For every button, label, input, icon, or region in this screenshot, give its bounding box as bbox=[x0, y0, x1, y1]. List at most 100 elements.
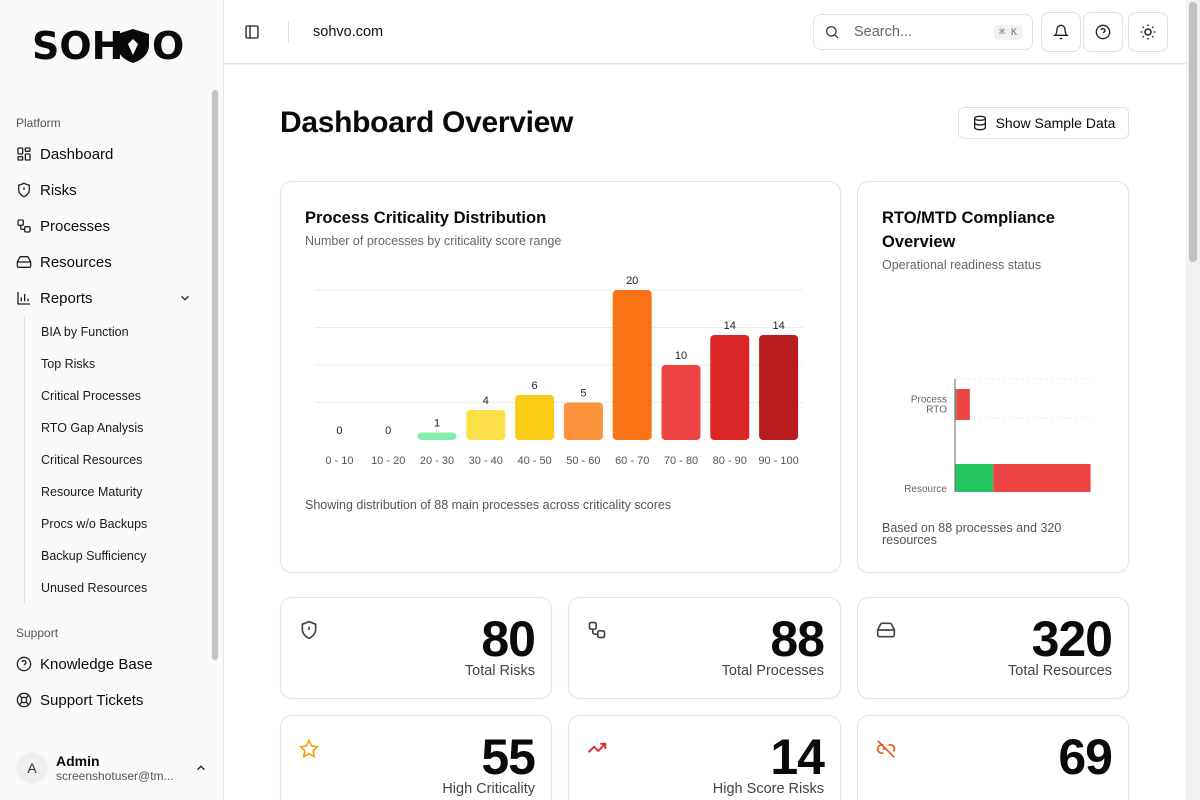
x-tick-label: 60 - 70 bbox=[615, 455, 649, 467]
stacked-bar-segment bbox=[993, 464, 1091, 492]
sun-icon bbox=[1140, 24, 1156, 40]
stat-card-total-resources[interactable]: 320 Total Resources bbox=[857, 597, 1129, 699]
rto-compliance-footer: Based on 88 processes and 320 resources bbox=[882, 521, 1062, 547]
unlink-icon bbox=[876, 738, 896, 758]
criticality-chart-card: Process Criticality Distribution Number … bbox=[280, 181, 841, 573]
user-info: Admin screenshotuser@tm... bbox=[56, 753, 194, 783]
sidebar-item-label: Processes bbox=[40, 217, 111, 235]
y-category-label: RTO bbox=[926, 405, 947, 416]
subnav-item-procs-without-backups[interactable]: Procs w/o Backups bbox=[41, 508, 208, 540]
stat-value: 88 bbox=[770, 611, 825, 667]
subnav-item-rto-gap-analysis[interactable]: RTO Gap Analysis bbox=[41, 412, 208, 444]
user-name: Admin bbox=[56, 753, 100, 769]
subnav-item-backup-sufficiency[interactable]: Backup Sufficiency bbox=[41, 540, 208, 572]
search-input[interactable]: Search... ⌘ K bbox=[813, 14, 1033, 50]
sidebar-item-resources[interactable]: Resources bbox=[0, 244, 208, 280]
notifications-button[interactable] bbox=[1041, 12, 1081, 52]
star-icon bbox=[299, 738, 319, 759]
chart-bar bbox=[710, 335, 750, 440]
x-tick-label: 40 - 50 bbox=[517, 455, 551, 467]
bar-value-label: 5 bbox=[580, 388, 586, 400]
subnav-item-unused-resources[interactable]: Unused Resources bbox=[41, 572, 208, 604]
sidebar-item-label: Support Tickets bbox=[40, 691, 144, 709]
show-sample-data-button[interactable]: Show Sample Data bbox=[958, 107, 1129, 139]
sidebar-item-label: Resources bbox=[40, 253, 112, 271]
sidebar-item-knowledge-base[interactable]: Knowledge Base bbox=[0, 646, 208, 682]
bar-value-label: 14 bbox=[724, 320, 736, 332]
page-scrollbar[interactable] bbox=[1186, 0, 1200, 800]
criticality-chart-title: Process Criticality Distribution bbox=[305, 209, 547, 227]
subnav-item-bia-by-function[interactable]: BIA by Function bbox=[41, 316, 208, 348]
stat-label: Total Risks bbox=[464, 663, 535, 679]
rto-compliance-subtitle: Operational readiness status bbox=[882, 258, 1042, 272]
x-tick-label: 0 - 10 bbox=[325, 455, 353, 467]
subnav-item-critical-processes[interactable]: Critical Processes bbox=[41, 380, 208, 412]
help-circle-icon bbox=[16, 656, 32, 672]
sidebar-item-processes[interactable]: Processes bbox=[0, 208, 208, 244]
main-content: Dashboard Overview Show Sample Data Proc… bbox=[224, 65, 1186, 800]
workflow-icon bbox=[587, 620, 607, 640]
rto-compliance-card: RTO/MTD Compliance Overview Operational … bbox=[857, 181, 1129, 573]
panel-left-icon bbox=[245, 24, 259, 39]
chart-bar bbox=[759, 335, 799, 440]
rto-stacked-bar-chart: ProcessRTOResourceRTO080160240320 bbox=[904, 378, 1091, 492]
search-icon bbox=[824, 24, 840, 40]
layout-dashboard-icon bbox=[16, 146, 32, 162]
help-circle-icon bbox=[1095, 24, 1111, 40]
reports-subnav: BIA by Function Top Risks Critical Proce… bbox=[24, 316, 208, 604]
stat-card-total-risks[interactable]: 80 Total Risks bbox=[280, 597, 552, 699]
svg-text:O: O bbox=[152, 25, 184, 65]
user-menu[interactable]: A Admin screenshotuser@tm... bbox=[0, 736, 224, 800]
stacked-bar-segment bbox=[956, 389, 970, 420]
chevron-down-icon[interactable] bbox=[178, 291, 192, 305]
sidebar-toggle-button[interactable] bbox=[240, 20, 264, 44]
stat-card-high-score-risks[interactable]: 14 High Score Risks bbox=[568, 715, 841, 800]
sidebar-item-reports[interactable]: Reports bbox=[0, 280, 208, 316]
help-button[interactable] bbox=[1083, 12, 1123, 52]
trending-up-icon bbox=[587, 738, 607, 758]
user-email: screenshotuser@tm... bbox=[56, 769, 174, 783]
nav-group-label-support: Support bbox=[16, 626, 59, 640]
sidebar-item-support-tickets[interactable]: Support Tickets bbox=[0, 682, 208, 718]
subnav-item-resource-maturity[interactable]: Resource Maturity bbox=[41, 476, 208, 508]
sidebar-item-label: Reports bbox=[40, 289, 93, 307]
sidebar-item-dashboard[interactable]: Dashboard bbox=[0, 136, 208, 172]
stat-value: 55 bbox=[481, 729, 536, 785]
nav-group-label-platform: Platform bbox=[16, 116, 61, 130]
sidebar-scrollbar-thumb[interactable] bbox=[212, 90, 218, 660]
avatar: A bbox=[16, 752, 48, 784]
subnav-item-top-risks[interactable]: Top Risks bbox=[41, 348, 208, 380]
sidebar-item-label: Dashboard bbox=[40, 145, 114, 163]
bar-value-label: 4 bbox=[483, 395, 489, 407]
chart-bar bbox=[612, 290, 652, 440]
stat-value: 14 bbox=[770, 729, 825, 785]
search-placeholder: Search... bbox=[854, 24, 913, 40]
page-title: Dashboard Overview bbox=[280, 106, 574, 139]
stat-value: 320 bbox=[1031, 611, 1113, 667]
chart-bar bbox=[563, 402, 603, 440]
stat-card-unlinked[interactable]: 69 bbox=[857, 715, 1129, 800]
theme-toggle-button[interactable] bbox=[1128, 12, 1168, 52]
stat-label: High Criticality bbox=[442, 781, 535, 797]
chart-bar bbox=[417, 432, 457, 440]
stat-card-high-criticality[interactable]: 55 High Criticality bbox=[280, 715, 552, 800]
x-tick-label: 90 - 100 bbox=[758, 455, 798, 467]
chevron-up-icon bbox=[194, 761, 208, 775]
bar-value-label: 10 bbox=[675, 350, 687, 362]
show-sample-data-label: Show Sample Data bbox=[995, 115, 1116, 131]
database-icon bbox=[972, 115, 988, 131]
sidebar-scrollbar[interactable] bbox=[211, 90, 219, 660]
chart-bar bbox=[515, 395, 555, 440]
criticality-bar-chart: 0 0 - 10 0 10 - 20 1 20 - 30 4 30 - 40 6 40 - 50 5… bbox=[315, 275, 803, 467]
x-tick-label: 10 - 20 bbox=[371, 455, 405, 467]
logo[interactable]: SOH O bbox=[0, 0, 223, 90]
page-scrollbar-thumb[interactable] bbox=[1189, 2, 1197, 262]
criticality-chart-footer: Showing distribution of 88 main processe… bbox=[305, 498, 672, 512]
stacked-bar-segment bbox=[955, 464, 994, 492]
stat-label: High Score Risks bbox=[712, 781, 824, 797]
subnav-item-critical-resources[interactable]: Critical Resources bbox=[41, 444, 208, 476]
sidebar-item-risks[interactable]: Risks bbox=[0, 172, 208, 208]
sidebar-nav: Platform Dashboard Risks Processes Resou… bbox=[0, 100, 208, 740]
stat-card-total-processes[interactable]: 88 Total Processes bbox=[568, 597, 841, 699]
stat-value: 69 bbox=[1058, 729, 1113, 785]
